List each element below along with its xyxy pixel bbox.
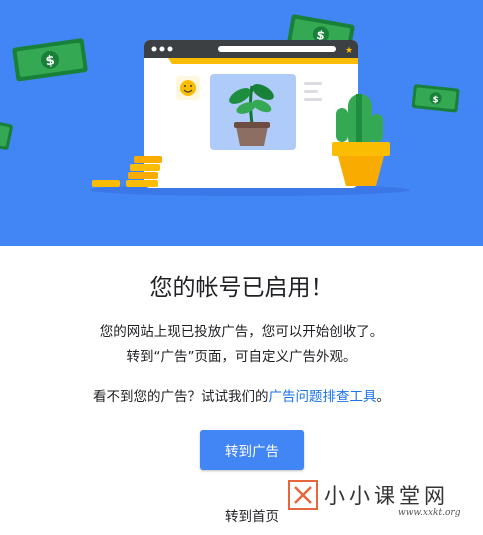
troubleshoot-prefix: 看不到您的广告？试试我们的 (93, 389, 269, 405)
watermark-x-logo (288, 480, 318, 510)
troubleshoot-suffix: 。 (376, 389, 391, 405)
svg-text:$: $ (432, 95, 439, 106)
smiley-avatar-icon (176, 76, 200, 100)
money-bill-icon: $ (411, 84, 460, 113)
page-title: 您的帐号已启用！ (149, 275, 334, 301)
star-icon: ★ (345, 46, 353, 56)
troubleshoot-prompt: 看不到您的广告？试试我们的广告问题排查工具。 (0, 385, 483, 405)
watermark-url: www.xxkt.org (398, 508, 461, 518)
go-to-ads-button[interactable]: 转到广告 (200, 430, 304, 470)
money-bill-icon (0, 120, 13, 150)
description-line-2: 转到“广告”页面，可自定义广告外观。 (126, 349, 357, 365)
ad-troubleshooter-link[interactable]: 广告问题排查工具 (269, 389, 377, 405)
money-bill-icon: $ (12, 38, 88, 82)
site-watermark: 小小课堂网 www.xxkt.org (286, 478, 466, 524)
hero-illustration: $ $ $ ★ (0, 0, 483, 246)
description-line-1: 您的网站上现已投放广告，您可以开始创收了。 (99, 324, 384, 340)
watermark-text: 小小课堂网 (324, 484, 449, 508)
